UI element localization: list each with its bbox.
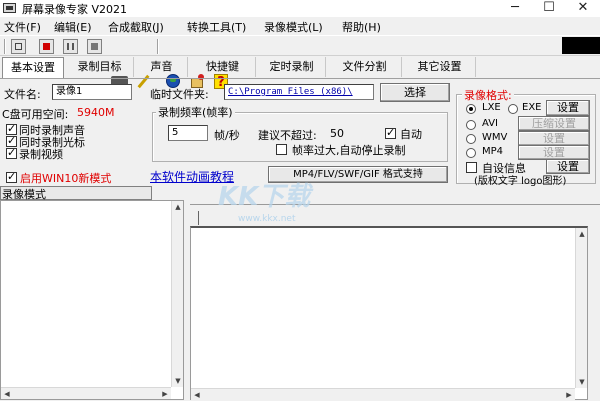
auto-framerate-label: 自动 <box>400 128 422 141</box>
format-wmv-label: WMV <box>482 132 508 143</box>
disk-space-label: C盘可用空间: <box>2 108 69 121</box>
record-video-label: 录制视频 <box>19 148 63 161</box>
square-icon[interactable] <box>11 39 26 54</box>
tab-hotkeys[interactable]: 快捷键 <box>190 57 256 77</box>
disk-space-value: 5940M <box>77 106 115 119</box>
win10-mode-label: 启用WIN10新模式 <box>20 172 112 185</box>
menu-help[interactable]: 帮助(H) <box>342 19 381 35</box>
menu-bar: 文件(F) 编辑(E) 合成截取(J) 转换工具(T) 录像模式(L) 帮助(H… <box>0 18 600 34</box>
auto-framerate-checkbox[interactable] <box>385 126 396 140</box>
scroll-up-icon[interactable]: ▲ <box>172 201 184 213</box>
tab-bar: 基本设置 录制目标 声音 快捷键 定时录制 文件分割 其它设置 <box>0 57 600 78</box>
framerate-suggest-value: 50 <box>330 127 344 140</box>
scroll-down-icon[interactable]: ▼ <box>576 376 588 388</box>
left-horizontal-scrollbar[interactable]: ◀ ▶ <box>1 387 171 399</box>
scroll-right-icon[interactable]: ▶ <box>159 388 171 400</box>
auto-stop-checkbox[interactable] <box>276 144 287 155</box>
minimize-button[interactable]: ─ <box>498 0 532 17</box>
format-avi-label: AVI <box>482 118 498 129</box>
format-lxe-label: LXE <box>482 102 501 113</box>
preview-pane[interactable]: ▲ ▼ ◀ ▶ <box>190 226 588 400</box>
wmv-settings-button[interactable]: 设置 <box>518 131 590 146</box>
tempdir-input[interactable]: C:\Program Files (x86)\ <box>224 84 374 100</box>
tab-other-settings[interactable]: 其它设置 <box>404 57 476 77</box>
framerate-unit: 帧/秒 <box>214 129 240 142</box>
right-vertical-scrollbar[interactable]: ▲ ▼ <box>575 228 587 388</box>
framerate-input[interactable]: 5 <box>168 125 208 141</box>
right-horizontal-scrollbar[interactable]: ◀ ▶ <box>191 388 575 400</box>
format-mp4-radio[interactable] <box>466 148 476 158</box>
format-mp4-label: MP4 <box>482 146 504 157</box>
scroll-down-icon[interactable]: ▼ <box>172 375 184 387</box>
close-button[interactable]: ✕ <box>566 0 600 17</box>
win10-mode-checkbox[interactable] <box>6 170 17 184</box>
framerate-suggest-label: 建议不超过: <box>258 129 317 142</box>
pause-icon[interactable] <box>63 39 78 54</box>
stop-icon[interactable] <box>87 39 102 54</box>
filename-input[interactable]: 录像1 <box>52 84 132 100</box>
window-title: 屏幕录像专家 V2021 <box>22 3 128 16</box>
format-avi-radio[interactable] <box>466 120 476 130</box>
watermark-text: KK下载 <box>218 182 311 212</box>
file-list-pane[interactable]: ▲ ▼ ◀ ▶ <box>0 200 184 400</box>
format-exe-radio[interactable] <box>508 104 518 114</box>
app-icon <box>3 3 16 13</box>
framerate-legend: 录制频率(帧率) <box>156 104 235 120</box>
tab-basic-settings[interactable]: 基本设置 <box>2 57 64 78</box>
menu-record-mode[interactable]: 录像模式(L) <box>264 19 323 35</box>
filename-label: 文件名: <box>4 88 41 101</box>
auto-stop-label: 帧率过大,自动停止录制 <box>292 144 406 157</box>
toolbar-separator <box>4 39 6 54</box>
record-icon[interactable] <box>39 39 54 54</box>
menu-compose[interactable]: 合成截取(J) <box>108 19 164 35</box>
left-vertical-scrollbar[interactable]: ▲ ▼ <box>171 201 183 387</box>
scroll-right-icon[interactable]: ▶ <box>563 389 575 401</box>
toolbar: ? <box>0 35 600 90</box>
format-lxe-radio[interactable] <box>466 104 476 114</box>
mp4-settings-button[interactable]: 设置 <box>518 145 590 160</box>
tab-record-target[interactable]: 录制目标 <box>66 57 134 77</box>
ruler-marker <box>198 211 202 225</box>
toolbar-separator <box>157 39 159 54</box>
lxe-settings-button[interactable]: 设置 <box>546 100 590 116</box>
menu-edit[interactable]: 编辑(E) <box>54 19 92 35</box>
scroll-left-icon[interactable]: ◀ <box>1 388 13 400</box>
menu-file[interactable]: 文件(F) <box>4 19 41 35</box>
maximize-button[interactable]: ☐ <box>532 0 566 17</box>
avi-compress-button[interactable]: 压缩设置 <box>518 116 590 131</box>
menu-tools[interactable]: 转换工具(T) <box>187 19 246 35</box>
record-video-checkbox[interactable] <box>6 146 17 160</box>
copyright-hint: (版权文字 logo图形) <box>474 176 567 187</box>
tempdir-label: 临时文件夹: <box>150 88 209 101</box>
format-wmv-radio[interactable] <box>466 134 476 144</box>
tab-sound[interactable]: 声音 <box>136 57 188 77</box>
tab-file-split[interactable]: 文件分割 <box>328 57 402 77</box>
choose-folder-button[interactable]: 选择 <box>380 83 450 102</box>
tab-scheduled-record[interactable]: 定时录制 <box>258 57 326 77</box>
preview-box <box>562 37 600 54</box>
title-bar: 屏幕录像专家 V2021 ─ ☐ ✕ <box>0 0 600 17</box>
scroll-left-icon[interactable]: ◀ <box>191 389 203 401</box>
video-format-legend: 录像格式: <box>462 87 514 103</box>
format-exe-label: EXE <box>522 102 542 113</box>
watermark-url: www.kkx.net <box>238 214 296 224</box>
scroll-up-icon[interactable]: ▲ <box>576 228 588 240</box>
